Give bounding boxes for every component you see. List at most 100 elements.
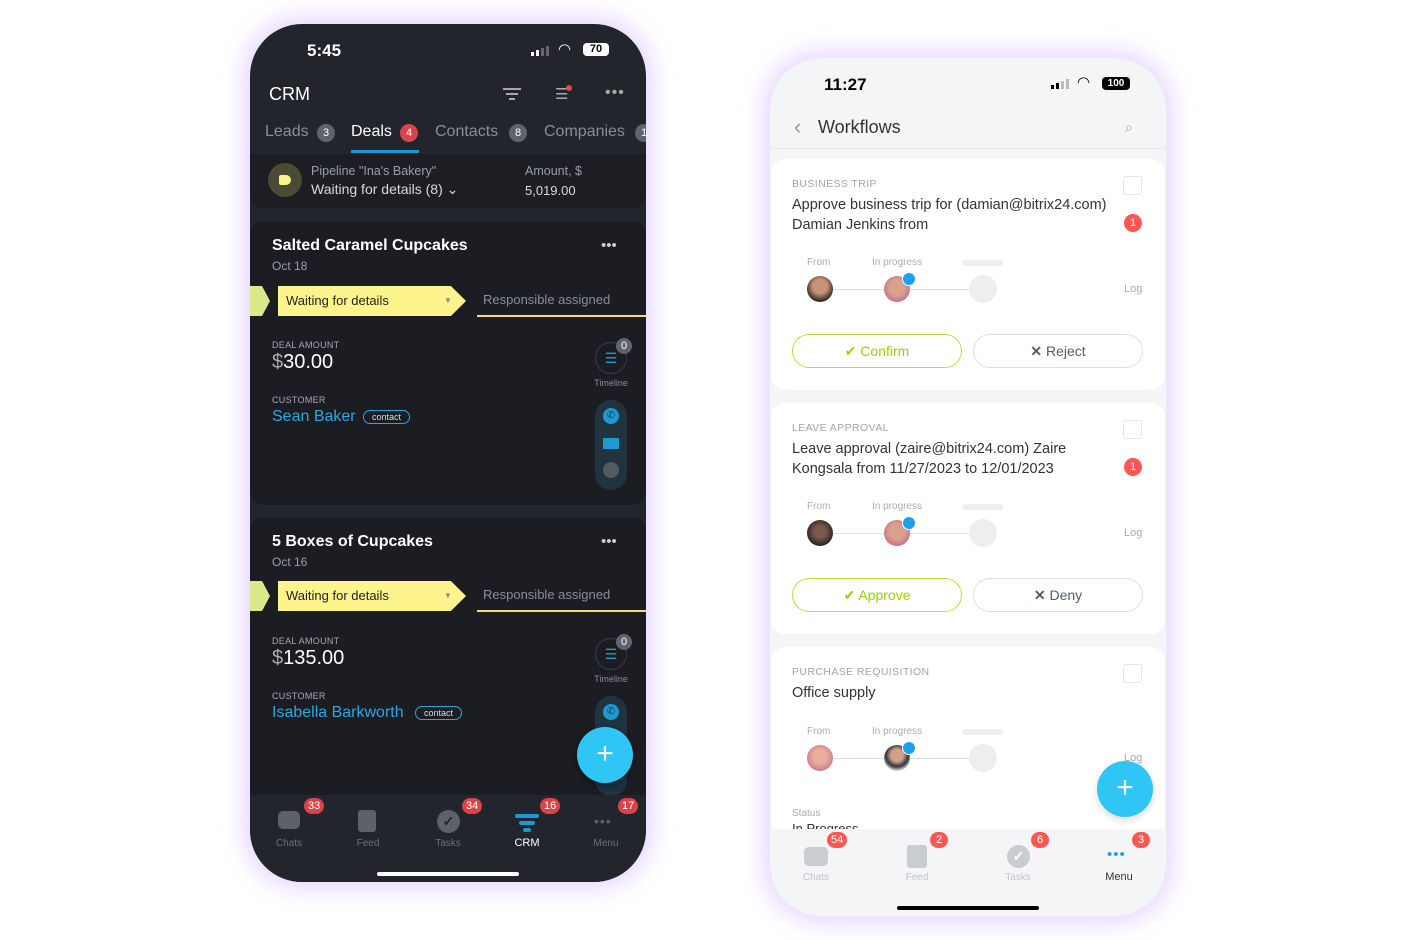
button-label: Approve xyxy=(858,587,911,603)
more-icon[interactable]: ••• xyxy=(601,533,617,550)
workflow-card[interactable]: BUSINESS TRIP Approve business trip for … xyxy=(771,159,1165,390)
workflow-type: BUSINESS TRIP xyxy=(792,178,877,190)
deal-amount-label: DEAL AMOUNT xyxy=(272,636,340,646)
pipeline-stage: Waiting for details (8) xyxy=(311,181,443,197)
log-link[interactable]: Log xyxy=(1124,283,1142,295)
wifi-icon: ◠ xyxy=(558,41,572,58)
chat-icon[interactable] xyxy=(603,462,619,478)
search-notification-icon[interactable]: ☰ xyxy=(555,85,572,103)
timeline-count: 0 xyxy=(616,338,632,354)
customer-link[interactable]: Isabella Barkworth xyxy=(272,704,404,722)
button-label: Confirm xyxy=(860,343,910,359)
customer-link[interactable]: Sean Baker xyxy=(272,408,356,426)
nav-badge: 17 xyxy=(618,798,639,814)
tab-leads[interactable]: Leads xyxy=(265,123,309,141)
avatar xyxy=(807,745,833,771)
feed-icon[interactable] xyxy=(358,810,376,832)
add-button[interactable]: + xyxy=(577,727,633,783)
confirm-button[interactable]: ✔ Confirm xyxy=(792,334,962,368)
nav-feed[interactable]: Feed xyxy=(887,872,947,883)
search-icon[interactable]: ⌕ xyxy=(1125,119,1133,136)
more-icon[interactable]: ••• xyxy=(601,237,617,254)
tab-contacts[interactable]: Contacts xyxy=(435,123,498,141)
mail-icon[interactable] xyxy=(603,438,619,449)
stage-label: Waiting for details xyxy=(286,293,389,308)
tasks-icon[interactable]: ✓ xyxy=(1007,845,1030,868)
crm-icon[interactable] xyxy=(515,814,539,832)
workflow-type: PURCHASE REQUISITION xyxy=(792,666,930,678)
communication-panel: ✆ xyxy=(595,400,627,490)
next-stage[interactable]: Responsible assigned xyxy=(477,580,646,612)
tasks-icon[interactable]: ✓ xyxy=(437,810,460,833)
nav-feed[interactable]: Feed xyxy=(338,838,398,849)
previous-stage[interactable] xyxy=(250,581,270,611)
status-time: 11:27 xyxy=(824,75,867,94)
nav-tasks[interactable]: Tasks xyxy=(988,872,1048,883)
clock-icon xyxy=(902,741,916,755)
menu-icon[interactable]: ••• xyxy=(594,813,612,829)
stage-select[interactable]: Waiting for details ▼ xyxy=(278,581,466,611)
workflow-title: Office supply xyxy=(792,685,876,701)
currency: $ xyxy=(272,647,284,669)
chevron-down-icon: ⌄ xyxy=(446,181,459,197)
phone-icon[interactable]: ✆ xyxy=(603,408,619,424)
clock-icon xyxy=(902,516,916,530)
deal-title: Salted Caramel Cupcakes xyxy=(272,237,468,254)
deny-button[interactable]: ✕ Deny xyxy=(973,578,1143,612)
pending-label-placeholder xyxy=(962,260,1003,266)
crm-phone-screen: 5:45 ◠ 70 CRM ☰ ••• Leads 3 Deals 4 Cont… xyxy=(250,24,646,882)
reject-button[interactable]: ✕ Reject xyxy=(973,334,1143,368)
log-link[interactable]: Log xyxy=(1124,527,1142,539)
phone-icon[interactable]: ✆ xyxy=(603,704,619,720)
filter-icon[interactable] xyxy=(503,88,521,100)
stage-select[interactable]: Waiting for details ▼ xyxy=(278,286,466,316)
close-icon: ✕ xyxy=(1033,587,1046,603)
more-icon[interactable]: ••• xyxy=(605,84,625,102)
nav-tasks[interactable]: Tasks xyxy=(418,838,478,849)
header-divider xyxy=(770,148,1166,149)
contact-tag: contact xyxy=(415,706,463,720)
chats-icon[interactable] xyxy=(278,811,300,829)
nav-crm[interactable]: CRM xyxy=(497,837,557,849)
tab-deals[interactable]: Deals xyxy=(351,123,392,141)
home-indicator xyxy=(377,872,519,876)
nav-menu[interactable]: Menu xyxy=(576,838,636,849)
nav-badge: 16 xyxy=(540,798,561,814)
menu-icon[interactable]: ••• xyxy=(1107,846,1126,863)
customer-label: CUSTOMER xyxy=(272,395,326,405)
chats-icon[interactable] xyxy=(804,847,828,866)
nav-badge: 54 xyxy=(827,832,848,848)
previous-stage[interactable] xyxy=(250,286,270,316)
pending-label-placeholder xyxy=(962,729,1003,735)
active-tab-indicator xyxy=(351,150,419,153)
deal-card[interactable]: Salted Caramel Cupcakes Oct 18 ••• Waiti… xyxy=(250,221,646,505)
nav-chats[interactable]: Chats xyxy=(259,838,319,849)
from-label: From xyxy=(807,726,831,737)
tab-label: Contacts xyxy=(435,123,499,140)
home-indicator xyxy=(897,906,1039,910)
status-label: Status xyxy=(792,808,821,819)
caret-down-icon: ▼ xyxy=(444,591,452,600)
bottom-nav: Chats 54 Feed 2 ✓ Tasks 6 ••• Menu 3 xyxy=(770,829,1166,916)
pipeline-bar[interactable]: Pipeline "Ina's Bakery" Waiting for deta… xyxy=(250,154,646,208)
select-checkbox[interactable] xyxy=(1123,420,1142,439)
select-checkbox[interactable] xyxy=(1123,664,1142,683)
add-button[interactable]: + xyxy=(1097,761,1153,817)
select-checkbox[interactable] xyxy=(1123,176,1142,195)
stage-tag-icon xyxy=(268,163,302,197)
next-stage[interactable]: Responsible assigned xyxy=(477,285,646,317)
feed-icon[interactable] xyxy=(907,845,927,868)
approve-button[interactable]: ✔ Approve xyxy=(792,578,962,612)
workflow-card[interactable]: LEAVE APPROVAL Leave approval (zaire@bit… xyxy=(771,403,1165,634)
tab-companies[interactable]: Companies xyxy=(544,123,625,141)
nav-badge: 3 xyxy=(1132,832,1150,848)
pipeline-stage-select[interactable]: Waiting for details (8) ⌄ xyxy=(311,181,458,198)
nav-chats[interactable]: Chats xyxy=(786,872,846,883)
deal-date: Oct 16 xyxy=(272,555,308,569)
button-label: Deny xyxy=(1049,587,1083,603)
back-icon[interactable]: ‹ xyxy=(794,114,801,140)
nav-badge: 6 xyxy=(1031,832,1049,848)
amount-total: 5,019.00 xyxy=(525,183,576,198)
nav-badge: 2 xyxy=(930,832,948,848)
nav-menu[interactable]: Menu xyxy=(1089,871,1149,883)
